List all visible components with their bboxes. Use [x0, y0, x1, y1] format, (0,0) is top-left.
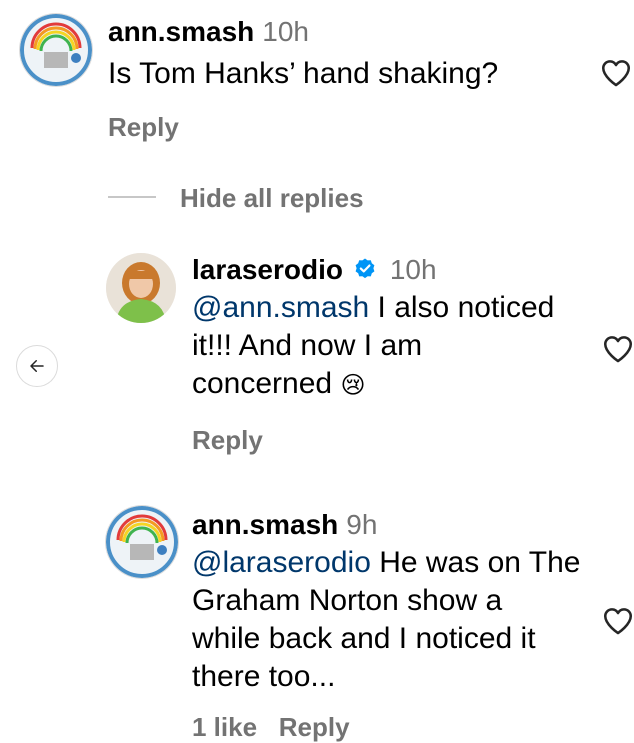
heart-outline-icon[interactable] [598, 56, 634, 90]
mention-link[interactable]: @laraserodio [192, 546, 371, 579]
back-button[interactable] [16, 345, 58, 387]
heart-outline-icon[interactable] [600, 332, 634, 366]
avatar[interactable] [106, 253, 176, 323]
comment-username[interactable]: ann.smash [192, 509, 338, 540]
comment-text: I also noticed [369, 291, 555, 324]
reply-button[interactable]: Reply [108, 112, 179, 143]
avatar[interactable] [20, 14, 92, 86]
avatar-image [20, 14, 92, 86]
avatar[interactable] [106, 506, 178, 578]
comment-text: He was on The [370, 546, 581, 579]
verified-badge-icon [356, 258, 375, 279]
comment-text: there too... [192, 660, 336, 693]
heart-outline-icon[interactable] [600, 604, 634, 638]
comment-text-line: concerned 😢 [192, 365, 365, 404]
arrow-left-icon [30, 360, 44, 372]
avatar-image [106, 253, 176, 323]
comment-time: 9h [346, 509, 378, 540]
comment-text: while back and I noticed it [192, 622, 536, 655]
comment-username[interactable]: laraserodio [192, 254, 343, 285]
reply-button[interactable]: Reply [192, 425, 263, 456]
comment-time: 10h [389, 254, 437, 285]
hide-replies-button[interactable]: Hide all replies [180, 183, 364, 214]
comment-text: Graham Norton show a [192, 584, 503, 617]
crying-face-emoji: 😢 [340, 371, 366, 399]
comment-text-line: @laraserodio He was on The [192, 544, 580, 582]
comment-time: 10h [262, 16, 309, 47]
comment-text: concerned [192, 367, 333, 400]
avatar-image [106, 506, 178, 578]
comment-text: Is Tom Hanks’ hand shaking? [108, 57, 499, 90]
comment-text-line: @ann.smash I also noticed [192, 289, 554, 327]
comment-text: it!!! And now I am [192, 329, 423, 362]
divider-line [108, 196, 156, 198]
comment-footer[interactable]: 1 like Reply [192, 712, 350, 743]
mention-link[interactable]: @ann.smash [192, 291, 369, 324]
comment-username[interactable]: ann.smash [108, 16, 254, 47]
